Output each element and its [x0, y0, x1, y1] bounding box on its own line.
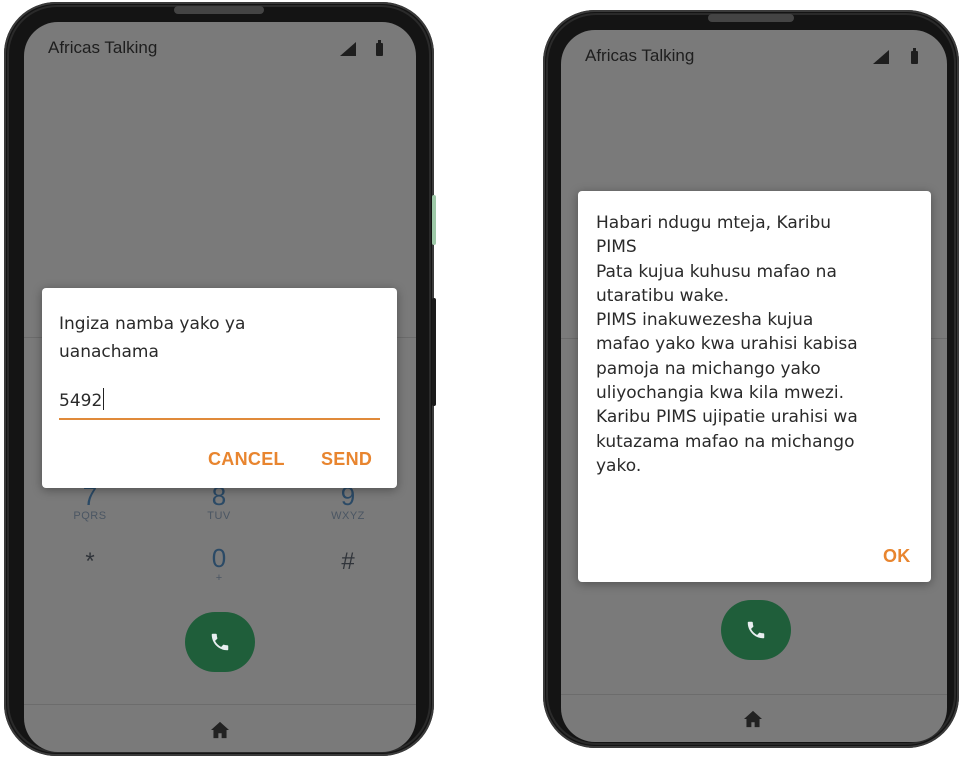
right-phone: Africas Talking Habari ndugu mteja, Kari…	[543, 10, 959, 748]
bottom-divider	[561, 694, 947, 695]
dialpad: 7 PQRS 8 TUV 9 WXYZ * 0 + #	[24, 482, 416, 602]
dialog-message-line: yako.	[596, 455, 642, 476]
dial-key-8[interactable]: 8 TUV	[179, 482, 259, 522]
phone-icon	[747, 621, 765, 639]
battery-icon	[376, 40, 383, 56]
dialog-message-line: Ingiza namba yako ya	[59, 314, 246, 334]
cancel-button[interactable]: CANCEL	[208, 449, 285, 470]
dial-key-digit: *	[85, 548, 95, 575]
dialog-message-line: Karibu PIMS ujipatie urahisi wa	[596, 407, 858, 428]
signal-icon	[340, 42, 356, 56]
ok-button[interactable]: OK	[883, 546, 911, 567]
input-value: 5492	[59, 391, 103, 411]
left-phone: Africas Talking 7 PQRS 8 TUV 9 WXYZ * 0	[4, 2, 434, 756]
dialog-message-line: mafao yako kwa urahisi kabisa	[596, 334, 858, 355]
left-phone-speaker	[174, 6, 264, 14]
dialog-message-line: utaratibu wake.	[596, 285, 730, 306]
dial-key-letters: +	[215, 572, 223, 584]
dial-key-digit: #	[341, 548, 355, 575]
app-name: Africas Talking	[48, 38, 158, 57]
call-button[interactable]	[185, 612, 255, 672]
send-button[interactable]: SEND	[321, 449, 372, 470]
left-phone-power-button	[432, 298, 436, 406]
app-name: Africas Talking	[585, 46, 695, 65]
call-button[interactable]	[721, 600, 791, 660]
dialog-message-line: pamoja na michango yako	[596, 358, 821, 379]
dial-key-hash[interactable]: #	[308, 548, 388, 576]
dialog-message-line: uliyochangia kwa kila mwezi.	[596, 383, 844, 404]
dialog-message-line: Habari ndugu mteja, Karibu	[596, 213, 832, 233]
signal-icon	[873, 50, 889, 64]
right-phone-speaker	[708, 14, 794, 22]
status-bar: Africas Talking	[561, 30, 947, 78]
dialog-message-line: PIMS inakuwezesha kujua	[596, 310, 814, 331]
dial-key-7[interactable]: 7 PQRS	[50, 482, 130, 522]
home-icon[interactable]	[743, 710, 763, 728]
dial-key-letters: WXYZ	[331, 510, 365, 522]
dialog-message: Habari ndugu mteja, Karibu PIMS Pata kuj…	[596, 211, 916, 478]
home-icon[interactable]	[210, 721, 230, 739]
bottom-divider	[24, 704, 416, 705]
dial-key-letters: TUV	[207, 510, 231, 522]
dialog-message-line: PIMS	[596, 237, 637, 258]
membership-number-dialog: Ingiza namba yako ya uanachama 5492 CANC…	[42, 288, 397, 488]
dialog-message-line: Pata kujua kuhusu mafao na	[596, 261, 837, 282]
left-phone-side-button	[432, 195, 436, 245]
dialog-message: Ingiza namba yako ya uanachama	[59, 310, 379, 366]
text-caret	[103, 388, 105, 410]
battery-icon	[911, 48, 918, 64]
dial-key-0[interactable]: 0 +	[179, 544, 259, 584]
dial-key-digit: 0	[211, 543, 227, 573]
dialog-message-line: uanachama	[59, 342, 159, 362]
phone-icon	[211, 633, 229, 651]
dial-key-letters: PQRS	[73, 510, 107, 522]
dial-key-star[interactable]: *	[50, 548, 130, 576]
status-bar: Africas Talking	[24, 22, 416, 70]
dial-key-9[interactable]: 9 WXYZ	[308, 482, 388, 522]
membership-number-input[interactable]: 5492	[59, 384, 380, 420]
welcome-message-dialog: Habari ndugu mteja, Karibu PIMS Pata kuj…	[578, 191, 931, 582]
dialog-message-line: kutazama mafao na michango	[596, 431, 855, 452]
